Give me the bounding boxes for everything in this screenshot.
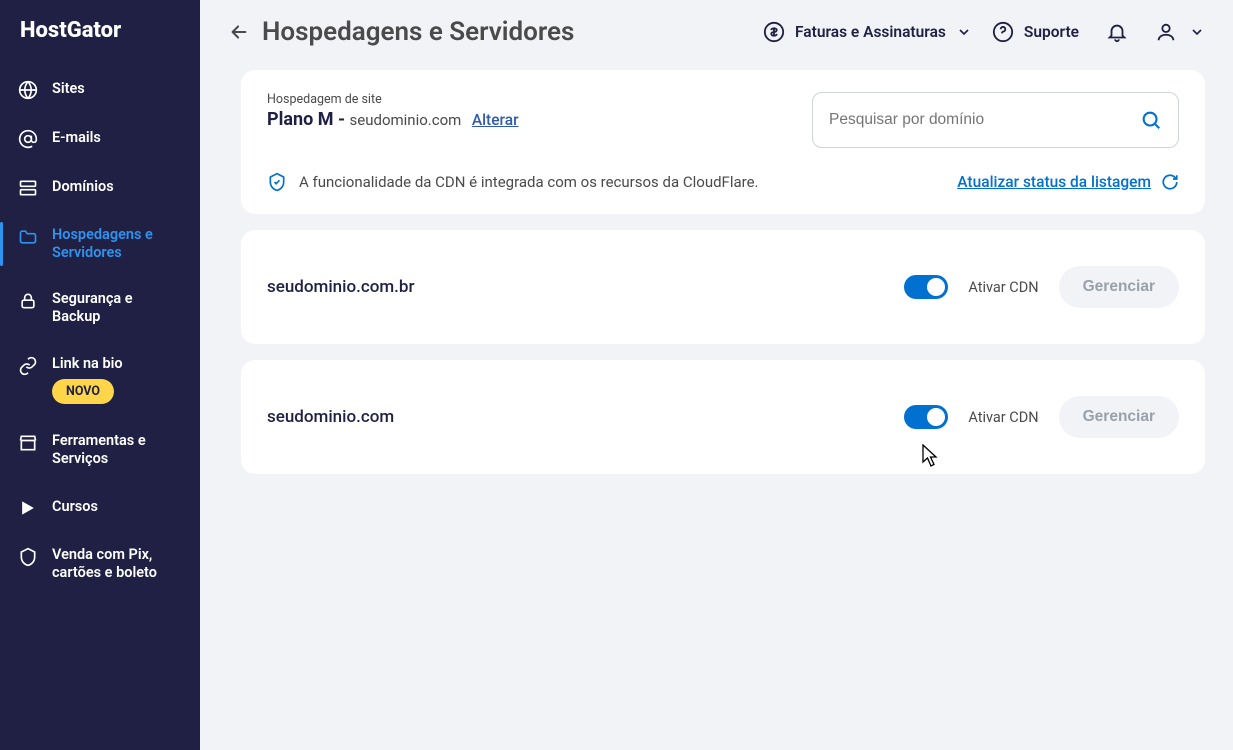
topbar-billing[interactable]: Faturas e Assinaturas (763, 21, 972, 43)
sidebar-item-tools[interactable]: Ferramentas e Serviços (0, 418, 200, 482)
cdn-info-text: A funcionalidade da CDN é integrada com … (299, 173, 759, 191)
sidebar-item-courses[interactable]: Cursos (0, 483, 200, 532)
main: Hospedagens e Servidores Faturas e Assin… (200, 0, 1233, 750)
header-overline: Hospedagem de site (267, 92, 519, 107)
change-plan-link[interactable]: Alterar (472, 111, 519, 129)
globe-icon (18, 80, 38, 100)
plan-line: Plano M - seudominio.com Alterar (267, 109, 519, 130)
sidebar-item-label: Sites (52, 80, 182, 98)
topbar-support-label: Suporte (1024, 23, 1079, 41)
bell-icon (1106, 21, 1128, 43)
sidebar-item-sites[interactable]: Sites (0, 65, 200, 114)
sidebar-item-pix-payments[interactable]: Venda com Pix, cartões e boleto (0, 532, 200, 596)
account-menu[interactable] (1155, 21, 1205, 43)
sidebar-item-label: Domínios (52, 178, 182, 196)
topbar: Hospedagens e Servidores Faturas e Assin… (200, 0, 1233, 64)
badge-new: NOVO (52, 379, 114, 405)
link-icon (18, 356, 38, 376)
dollar-icon (763, 21, 785, 43)
brand-logo: HostGator (0, 18, 200, 65)
search-field[interactable] (812, 92, 1179, 148)
shield-icon (18, 547, 38, 567)
notifications-button[interactable] (1099, 14, 1135, 50)
sidebar-item-label: Segurança e Backup (52, 290, 182, 326)
sidebar-item-hosting[interactable]: Hospedagens e Servidores (0, 212, 200, 276)
play-icon (18, 498, 38, 518)
header-card: Hospedagem de site Plano M - seudominio.… (241, 70, 1205, 214)
chevron-down-icon (956, 24, 972, 40)
content: Hospedagem de site Plano M - seudominio.… (200, 64, 1233, 502)
domain-row: seudominio.com.br Ativar CDN Gerenciar (241, 230, 1205, 344)
sidebar-item-label: Cursos (52, 498, 182, 516)
sidebar-item-label: Hospedagens e Servidores (52, 226, 182, 262)
search-input[interactable] (829, 111, 1130, 129)
chevron-down-icon (1189, 24, 1205, 40)
sidebar-item-label: Link na bio NOVO (52, 355, 182, 405)
sidebar-nav: Sites E-mails Domínios Hospedagens e Ser… (0, 65, 200, 596)
cdn-info: A funcionalidade da CDN é integrada com … (267, 172, 759, 192)
cdn-toggle[interactable] (904, 405, 948, 429)
plan-domain: seudominio.com (350, 111, 462, 129)
domain-name: seudominio.com (267, 407, 394, 427)
plan-name: Plano M (267, 109, 333, 130)
cdn-toggle[interactable] (904, 275, 948, 299)
search-icon (1140, 109, 1162, 131)
sidebar-item-label: Venda com Pix, cartões e boleto (52, 546, 182, 582)
sidebar-item-domains[interactable]: Domínios (0, 163, 200, 212)
refresh-icon (1161, 173, 1179, 191)
server-icon (18, 178, 38, 198)
lock-icon (18, 291, 38, 311)
domain-row: seudominio.com Ativar CDN Gerenciar (241, 360, 1205, 474)
manage-button[interactable]: Gerenciar (1059, 396, 1179, 438)
sidebar-item-label: Ferramentas e Serviços (52, 432, 182, 468)
refresh-status-link[interactable]: Atualizar status da listagem (957, 173, 1179, 191)
cdn-toggle-label: Ativar CDN (968, 409, 1038, 426)
store-icon (18, 433, 38, 453)
topbar-support[interactable]: Suporte (992, 21, 1079, 43)
at-icon (18, 129, 38, 149)
sidebar-item-link-in-bio[interactable]: Link na bio NOVO (0, 341, 200, 419)
domain-name: seudominio.com.br (267, 277, 414, 297)
refresh-label: Atualizar status da listagem (957, 173, 1151, 191)
folder-icon (18, 227, 38, 247)
shield-check-icon (267, 172, 287, 192)
manage-button[interactable]: Gerenciar (1059, 266, 1179, 308)
topbar-billing-label: Faturas e Assinaturas (795, 23, 946, 41)
back-button[interactable]: Hospedagens e Servidores (228, 17, 574, 47)
help-icon (992, 21, 1014, 43)
sidebar-item-security[interactable]: Segurança e Backup (0, 276, 200, 340)
page-title: Hospedagens e Servidores (262, 17, 574, 47)
cdn-toggle-label: Ativar CDN (968, 279, 1038, 296)
sidebar-item-label: E-mails (52, 129, 182, 147)
user-icon (1155, 21, 1177, 43)
sidebar: HostGator Sites E-mails Domínios Hospeda… (0, 0, 200, 750)
sidebar-item-emails[interactable]: E-mails (0, 114, 200, 163)
